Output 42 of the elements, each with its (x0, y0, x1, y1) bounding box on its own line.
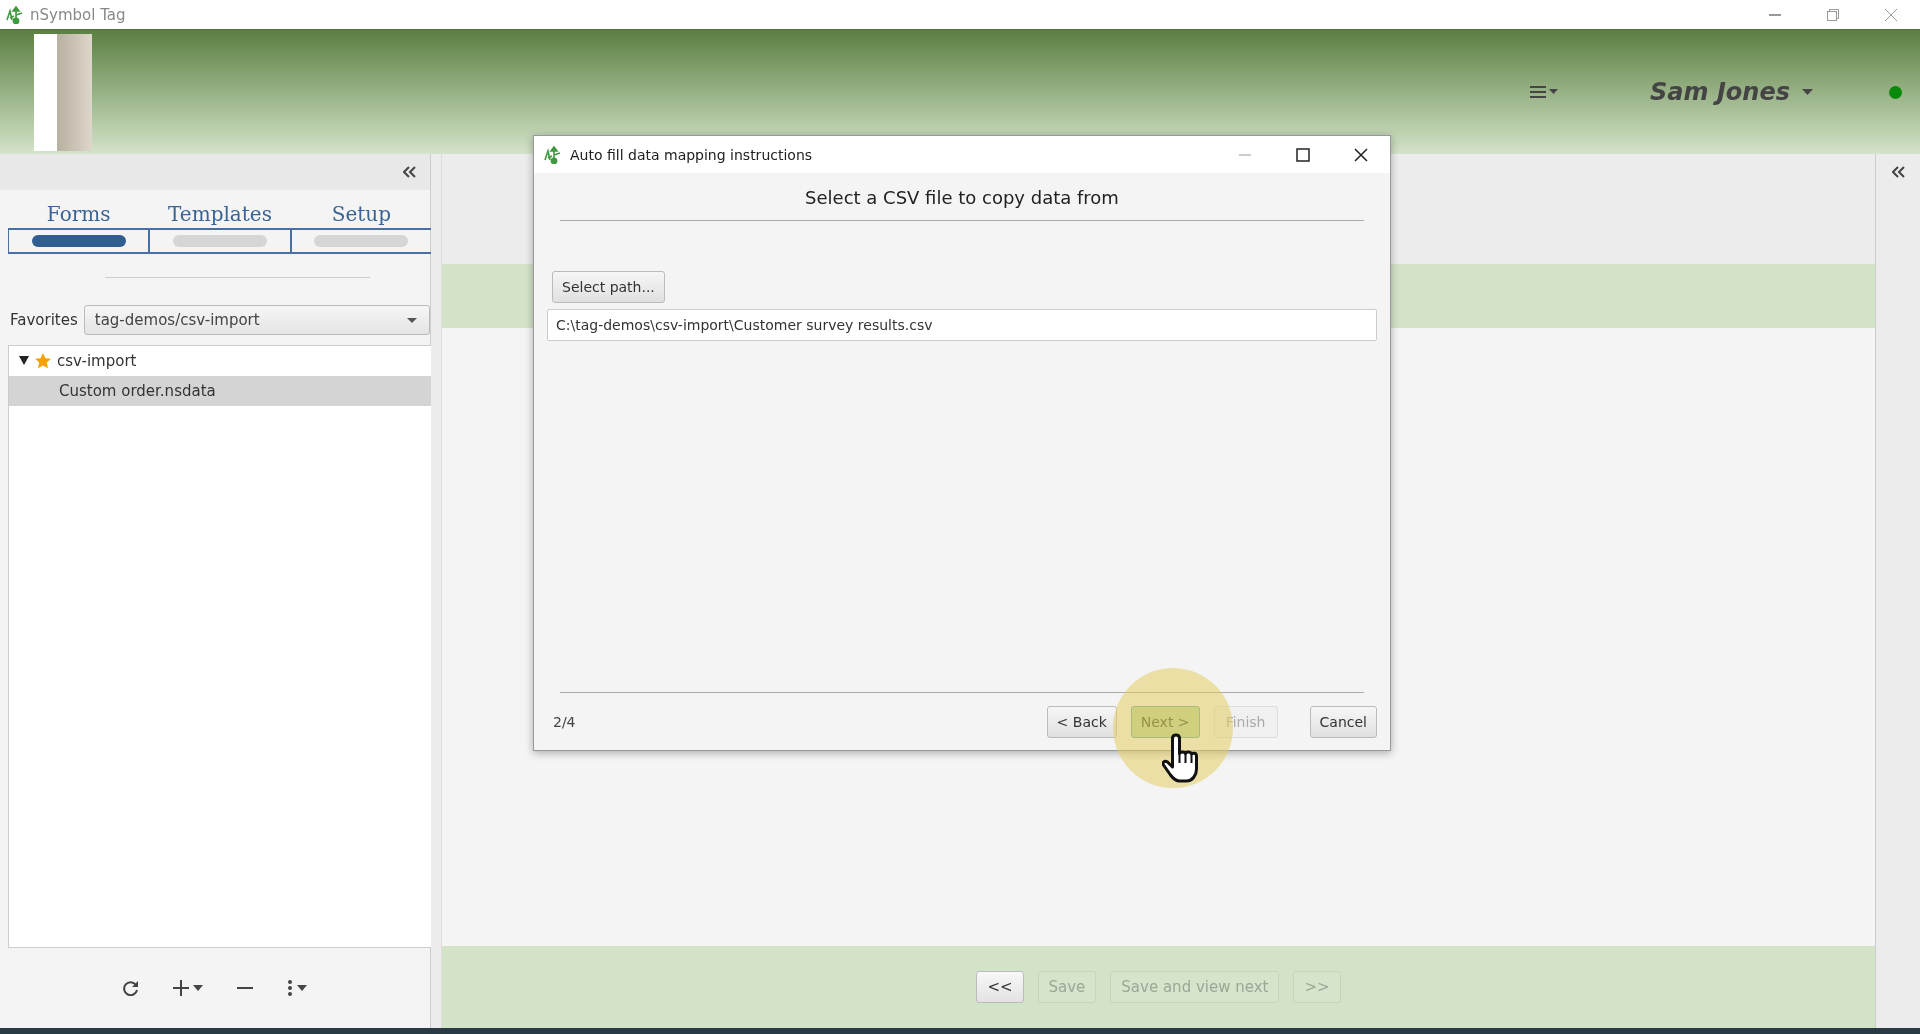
tree-item[interactable]: Custom order.nsdata (9, 376, 431, 406)
tree-item[interactable]: csv-import (9, 346, 431, 376)
tree-item-label: csv-import (57, 352, 137, 370)
app-logo-icon (544, 145, 562, 164)
tab[interactable]: Setup (290, 200, 432, 254)
double-chevron-left-icon (403, 166, 416, 178)
minimize-icon (1239, 153, 1251, 156)
dialog-heading: Select a CSV file to copy data from (804, 187, 1120, 208)
double-chevron-left-icon (1891, 166, 1905, 178)
caret-icon (407, 317, 417, 323)
caret-icon (1802, 89, 1813, 95)
close-icon (1885, 8, 1897, 21)
select-path-button[interactable]: Select path... (552, 271, 665, 303)
app-logo-icon (6, 5, 24, 24)
restore-icon (1827, 8, 1839, 21)
window-title: nSymbol Tag (30, 5, 126, 24)
maximize-icon (1296, 147, 1310, 162)
dialog-button[interactable]: Cancel (1309, 706, 1377, 738)
tree-item-label: Custom order.nsdata (59, 382, 216, 400)
refresh-icon (123, 980, 139, 996)
expand-triangle-icon[interactable] (19, 356, 29, 366)
kebab-icon (287, 980, 293, 996)
footer-button[interactable]: << (976, 971, 1024, 1003)
plus-icon (173, 980, 189, 996)
tab[interactable]: Templates (149, 200, 291, 254)
dialog-title: Auto fill data mapping instructions (570, 146, 813, 163)
favorites-dropdown[interactable]: tag-demos/csv-import (83, 305, 430, 335)
menu-icon (1530, 85, 1559, 99)
caret-icon (193, 985, 203, 991)
close-icon (1354, 147, 1368, 162)
caret-icon (297, 985, 307, 991)
collapse-button[interactable] (1891, 166, 1905, 178)
minimize-icon (1769, 13, 1781, 16)
collapse-button[interactable] (403, 166, 416, 178)
menu-button[interactable] (1530, 85, 1559, 99)
user-menu-button[interactable]: Sam Jones (1650, 78, 1813, 106)
favorites-label: Favorites (10, 311, 78, 329)
dialog-button[interactable]: < Back (1046, 706, 1117, 738)
step-counter: 2/4 (553, 714, 576, 730)
tab[interactable]: Forms (8, 200, 150, 254)
minus-icon (237, 987, 253, 989)
path-field[interactable]: C:\tag-demos\csv-import\Customer survey results.csv (547, 309, 1377, 341)
